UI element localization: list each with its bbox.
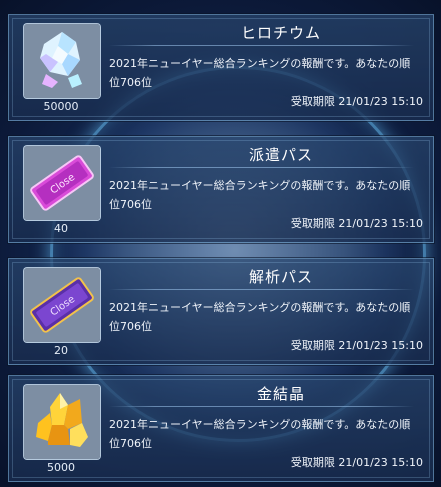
expiry-label: 受取期限 bbox=[290, 217, 335, 230]
reward-card-analysis-pass[interactable]: Close 20 解析パス 2021年ニューイヤー総合ランキングの報酬です。あな… bbox=[8, 258, 434, 365]
reward-description: 2021年ニューイヤー総合ランキングの報酬です。あなたの順位706位 bbox=[109, 179, 411, 211]
divider bbox=[109, 289, 414, 290]
reward-quantity: 20 bbox=[54, 344, 68, 357]
expiry-label: 受取期限 bbox=[290, 95, 335, 108]
reward-quantity: 50000 bbox=[43, 100, 79, 113]
expiry-date: 21/01/23 15:10 bbox=[338, 217, 423, 230]
divider bbox=[109, 406, 414, 407]
reward-card-dispatch-pass[interactable]: Close 40 派遣パス 2021年ニューイヤー総合ランキングの報酬です。あな… bbox=[8, 136, 434, 243]
expiry-row: 受取期限 21/01/23 15:10 bbox=[291, 215, 423, 231]
reward-quantity: 40 bbox=[54, 222, 68, 235]
expiry-date: 21/01/23 15:10 bbox=[338, 95, 423, 108]
expiry-row: 受取期限 21/01/23 15:10 bbox=[291, 93, 423, 109]
reward-title: ヒロチウム bbox=[240, 24, 321, 42]
crystal-icon bbox=[23, 23, 101, 99]
expiry-date: 21/01/23 15:10 bbox=[338, 456, 423, 469]
reward-description: 2021年ニューイヤー総合ランキングの報酬です。あなたの順位706位 bbox=[109, 57, 411, 89]
expiry-row: 受取期限 21/01/23 15:10 bbox=[291, 337, 423, 353]
expiry-label: 受取期限 bbox=[290, 339, 335, 352]
expiry-date: 21/01/23 15:10 bbox=[338, 339, 423, 352]
reward-title: 派遣パス bbox=[248, 146, 313, 164]
gold-crystal-icon bbox=[23, 384, 101, 460]
pink-ticket-icon: Close bbox=[23, 145, 101, 221]
reward-description: 2021年ニューイヤー総合ランキングの報酬です。あなたの順位706位 bbox=[109, 418, 411, 450]
divider bbox=[109, 167, 414, 168]
reward-quantity: 5000 bbox=[47, 461, 75, 474]
reward-title: 金結晶 bbox=[256, 385, 305, 403]
divider bbox=[109, 45, 414, 46]
expiry-row: 受取期限 21/01/23 15:10 bbox=[291, 454, 423, 470]
reward-title: 解析パス bbox=[248, 268, 313, 286]
reward-card-gold-crystal[interactable]: 5000 金結晶 2021年ニューイヤー総合ランキングの報酬です。あなたの順位7… bbox=[8, 375, 434, 482]
expiry-label: 受取期限 bbox=[290, 456, 335, 469]
purple-ticket-icon: Close bbox=[23, 267, 101, 343]
reward-description: 2021年ニューイヤー総合ランキングの報酬です。あなたの順位706位 bbox=[109, 301, 411, 333]
reward-card-hirotium[interactable]: 50000 ヒロチウム 2021年ニューイヤー総合ランキングの報酬です。あなたの… bbox=[8, 14, 434, 121]
